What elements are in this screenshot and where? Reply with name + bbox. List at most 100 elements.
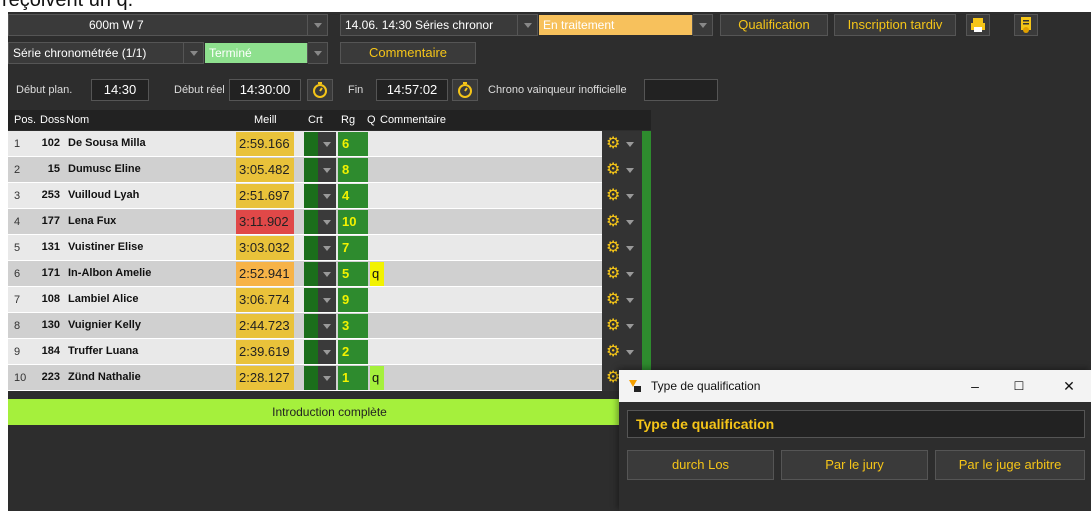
row-q[interactable] [370,184,384,208]
gear-icon[interactable]: ⚙ [606,239,620,257]
stopwatch-icon[interactable] [307,79,333,101]
gear-icon[interactable]: ⚙ [606,161,620,179]
table-row[interactable]: 2 15 Dumusc Eline 3:05.482 8 ⚙ [8,157,651,183]
chevron-down-icon[interactable] [183,43,203,63]
close-button[interactable]: ✕ [1047,370,1091,402]
table-row[interactable]: 9 184 Truffer Luana 2:39.619 2 ⚙ [8,339,651,365]
row-best-time[interactable]: 3:06.774 [236,288,294,312]
chevron-down-icon[interactable] [307,43,327,63]
row-q[interactable] [370,340,384,364]
row-best-time[interactable]: 2:39.619 [236,340,294,364]
series-status-dropdown[interactable] [692,14,713,36]
chevron-down-icon[interactable] [318,340,336,364]
start-real-value[interactable]: 14:30:00 [229,79,301,101]
chevron-down-icon[interactable] [626,194,634,199]
table-row[interactable]: 5 131 Vuistiner Elise 3:03.032 7 ⚙ [8,235,651,261]
chevron-down-icon[interactable] [318,288,336,312]
row-q[interactable] [370,314,384,338]
maximize-button[interactable]: ☐ [997,370,1041,402]
row-q[interactable] [370,158,384,182]
row-settings[interactable]: ⚙ [602,313,642,339]
row-best-time[interactable]: 2:59.166 [236,132,294,156]
table-row[interactable]: 3 253 Vuilloud Lyah 2:51.697 4 ⚙ [8,183,651,209]
table-row[interactable]: 1 102 De Sousa Milla 2:59.166 6 ⚙ [8,131,651,157]
row-best-time[interactable]: 2:44.723 [236,314,294,338]
chevron-down-icon[interactable] [318,366,336,390]
table-row[interactable]: 6 171 In-Albon Amelie 2:52.941 5 q ⚙ [8,261,651,287]
row-q[interactable] [370,210,384,234]
gear-icon[interactable]: ⚙ [606,213,620,231]
gear-icon[interactable]: ⚙ [606,265,620,283]
heat-status-dropdown[interactable] [307,42,328,64]
chevron-down-icon[interactable] [318,210,336,234]
gear-icon[interactable]: ⚙ [606,187,620,205]
header-pos[interactable]: Pos. [14,110,36,130]
table-row[interactable]: 7 108 Lambiel Alice 3:06.774 9 ⚙ [8,287,651,313]
row-q[interactable] [370,132,384,156]
event-select[interactable]: 600m W 7 [8,14,328,36]
unofficial-winner-value[interactable] [644,79,718,101]
by-referee-button[interactable]: Par le juge arbitre [935,450,1085,480]
chevron-down-icon[interactable] [318,262,336,286]
dialog-titlebar[interactable]: Type de qualification – ☐ ✕ [619,370,1091,402]
row-q[interactable] [370,288,384,312]
late-entry-button[interactable]: Inscription tardiv [834,14,956,36]
chevron-down-icon[interactable] [626,246,634,251]
row-best-time[interactable]: 3:11.902 [236,210,294,234]
gear-icon[interactable]: ⚙ [606,317,620,335]
chevron-down-icon[interactable] [318,314,336,338]
chevron-down-icon[interactable] [318,158,336,182]
row-settings[interactable]: ⚙ [602,339,642,365]
gear-icon[interactable]: ⚙ [606,291,620,309]
row-settings[interactable]: ⚙ [602,209,642,235]
by-lot-button[interactable]: durch Los [627,450,774,480]
header-best[interactable]: Meill [254,110,277,130]
chevron-down-icon[interactable] [692,15,712,35]
chevron-down-icon[interactable] [517,15,537,35]
end-value[interactable]: 14:57:02 [376,79,448,101]
chevron-down-icon[interactable] [626,298,634,303]
row-q[interactable]: q [370,366,384,390]
row-q[interactable] [370,236,384,260]
row-settings[interactable]: ⚙ [602,157,642,183]
row-best-time[interactable]: 2:28.127 [236,366,294,390]
chevron-down-icon[interactable] [318,236,336,260]
chevron-down-icon[interactable] [626,272,634,277]
gear-icon[interactable]: ⚙ [606,135,620,153]
chevron-down-icon[interactable] [626,142,634,147]
chevron-down-icon[interactable] [307,15,327,35]
series-select[interactable]: 14.06. 14:30 Séries chronor [340,14,538,36]
certificate-icon[interactable] [1014,14,1038,36]
table-row[interactable]: 8 130 Vuignier Kelly 2:44.723 3 ⚙ [8,313,651,339]
complete-bar[interactable]: Introduction complète [8,399,651,425]
comment-button[interactable]: Commentaire [340,42,476,64]
row-settings[interactable]: ⚙ [602,287,642,313]
row-settings[interactable]: ⚙ [602,131,642,157]
chevron-down-icon[interactable] [626,324,634,329]
row-settings[interactable]: ⚙ [602,235,642,261]
row-best-time[interactable]: 3:03.032 [236,236,294,260]
qualification-button[interactable]: Qualification [720,14,828,36]
table-row[interactable]: 4 177 Lena Fux 3:11.902 10 ⚙ [8,209,651,235]
gear-icon[interactable]: ⚙ [606,343,620,361]
stopwatch-icon[interactable] [452,79,478,101]
row-best-time[interactable]: 2:51.697 [236,184,294,208]
by-jury-button[interactable]: Par le jury [781,450,928,480]
chevron-down-icon[interactable] [318,184,336,208]
header-name[interactable]: Nom [66,110,89,130]
start-planned-value[interactable]: 14:30 [91,79,149,101]
row-settings[interactable]: ⚙ [602,183,642,209]
heat-select[interactable]: Série chronométrée (1/1) [8,42,204,64]
chevron-down-icon[interactable] [626,350,634,355]
table-row[interactable]: 10 223 Zünd Nathalie 2:28.127 1 q ⚙ [8,365,651,391]
row-settings[interactable]: ⚙ [602,261,642,287]
minimize-button[interactable]: – [953,370,997,402]
row-q[interactable]: q [370,262,384,286]
header-comment[interactable]: Commentaire [380,110,446,130]
header-crt[interactable]: Crt [308,110,323,130]
header-rank[interactable]: Rg [341,110,355,130]
row-best-time[interactable]: 2:52.941 [236,262,294,286]
chevron-down-icon[interactable] [318,132,336,156]
header-q[interactable]: Q [367,110,376,130]
chevron-down-icon[interactable] [626,220,634,225]
